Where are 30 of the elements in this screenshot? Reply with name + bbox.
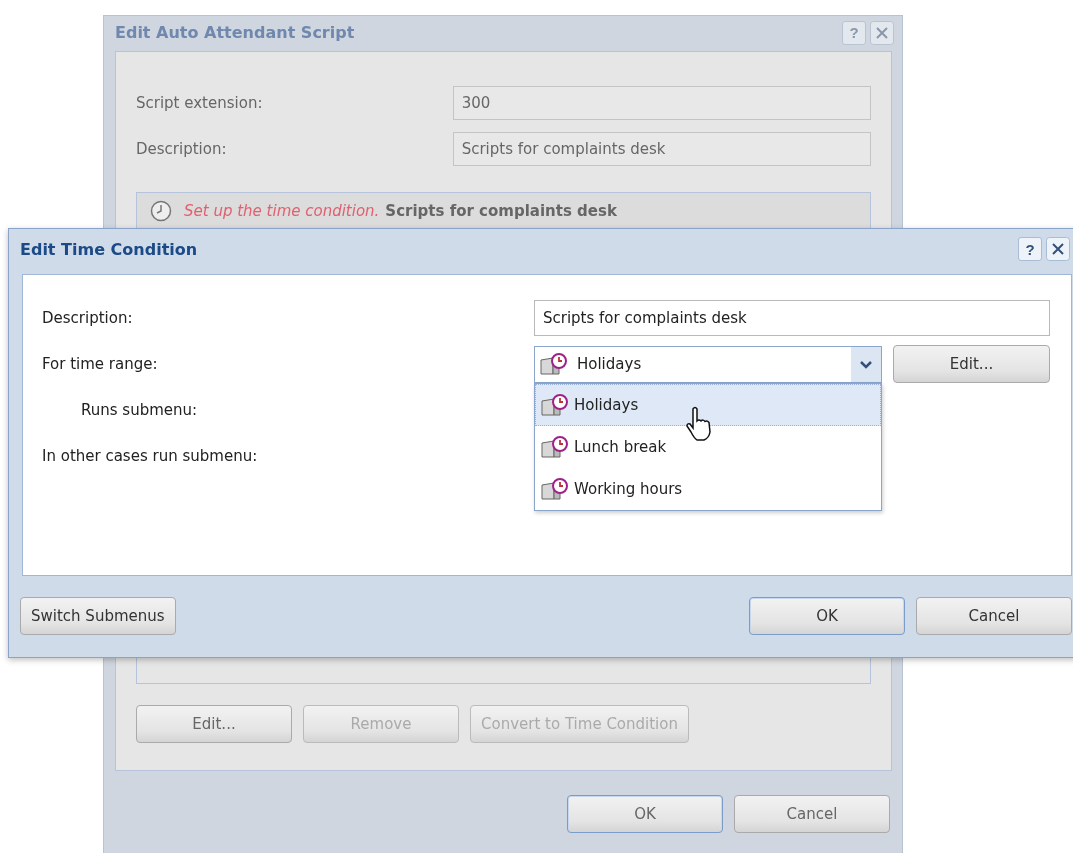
window-title: Edit Time Condition [20,239,199,259]
close-icon[interactable] [1046,237,1070,261]
dialog-button[interactable]: OK [749,597,905,635]
list-item[interactable]: Set up the time condition. Scripts for complaints desk [137,193,870,229]
book-clock-icon [539,352,569,376]
chevron-down-icon[interactable] [851,346,881,382]
help-button[interactable]: ? [1018,237,1042,261]
list-text: Scripts for complaints desk [385,202,617,220]
window-title: Edit Auto Attendant Script [115,23,356,42]
dialog-button[interactable]: OK [567,795,723,833]
action-button[interactable]: Edit... [136,705,292,743]
book-clock-icon [540,434,570,459]
clock-icon [150,200,172,222]
field-label: For time range: [42,355,159,373]
field-label: Description: [136,140,228,158]
book-clock-icon [540,392,570,417]
field-label: Description: [42,309,134,327]
dropdown-option[interactable]: Holidays [535,383,881,426]
list-note: Set up the time condition. [184,202,380,220]
dialog-button[interactable]: Switch Submenus [20,597,176,635]
field-label: In other cases run submenu: [42,447,259,465]
dropdown-option[interactable]: Lunch break [535,425,881,468]
text-field[interactable]: Scripts for complaints desk [534,300,1050,336]
dialog-button[interactable]: Cancel [734,795,890,833]
book-clock-icon [540,476,570,501]
field-label: Script extension: [136,94,264,112]
field-label: Runs submenu: [80,401,199,419]
edit-button[interactable]: Edit... [893,345,1050,383]
dropdown-value: Holidays [577,355,642,373]
dialog-button[interactable]: Cancel [916,597,1072,635]
